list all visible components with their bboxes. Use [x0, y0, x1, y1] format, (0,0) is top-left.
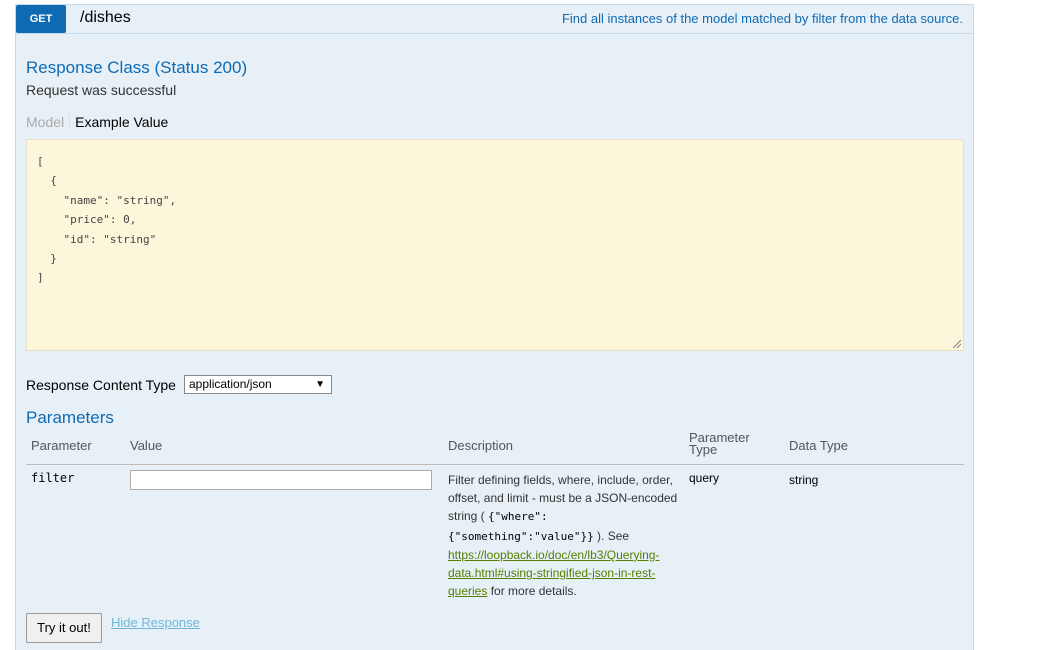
response-class-title: Response Class (Status 200) [26, 58, 248, 77]
table-divider [26, 464, 964, 465]
parameters-title: Parameters [26, 408, 114, 427]
response-description: Request was successful [26, 82, 177, 98]
endpoint-path[interactable]: /dishes [80, 9, 131, 27]
description-code: {"something":"value"}} [448, 529, 594, 543]
json-line: } [37, 252, 57, 266]
tab-model[interactable]: Model [26, 114, 71, 130]
tab-example-value[interactable]: Example Value [70, 114, 168, 130]
resize-grip-icon[interactable] [953, 340, 961, 348]
header-description: Description [448, 438, 514, 453]
json-line: { [37, 174, 57, 188]
parameter-type: query [689, 471, 720, 485]
json-line: ] [37, 271, 44, 285]
response-content-type-label: Response Content Type [26, 377, 176, 393]
operation-panel: GET /dishes Find all instances of the mo… [15, 4, 974, 650]
header-parameter: Parameter [31, 438, 92, 453]
header-data-type: Data Type [789, 438, 849, 453]
header-value: Value [130, 438, 163, 453]
description-code: {"where": [488, 510, 548, 524]
dropdown-arrow-icon: ▼ [315, 379, 325, 390]
description-text: ). See [597, 528, 630, 543]
description-text: for more details. [490, 584, 577, 599]
response-content-type-value: application/json [189, 377, 272, 391]
json-line: "price": 0, [37, 213, 137, 227]
operation-header[interactable]: GET /dishes Find all instances of the mo… [16, 5, 973, 34]
data-type: string [789, 473, 819, 487]
json-line: [ [37, 155, 44, 168]
header-parameter-type: Parameter Type [689, 431, 750, 457]
description-text: Filter defining fields, where, include, … [448, 473, 678, 524]
filter-input[interactable] [130, 470, 432, 490]
signature-tabs: Model Example Value [26, 114, 168, 130]
operation-summary[interactable]: Find all instances of the model matched … [562, 11, 963, 26]
try-it-out-button[interactable]: Try it out! [26, 613, 102, 643]
header-parameter-type-line-2: Type [689, 442, 718, 457]
parameter-description: Filter defining fields, where, include, … [448, 471, 686, 600]
json-line: "name": "string", [37, 193, 177, 207]
parameter-name: filter [31, 471, 75, 485]
example-value-box[interactable]: [ { "name": "string", "price": 0, "id": … [26, 139, 964, 351]
response-content-type-select[interactable]: application/json ▼ [184, 375, 332, 394]
http-method-badge[interactable]: GET [16, 5, 66, 33]
json-line: "id": "string" [37, 232, 157, 246]
hide-response-link[interactable]: Hide Response [111, 615, 200, 630]
